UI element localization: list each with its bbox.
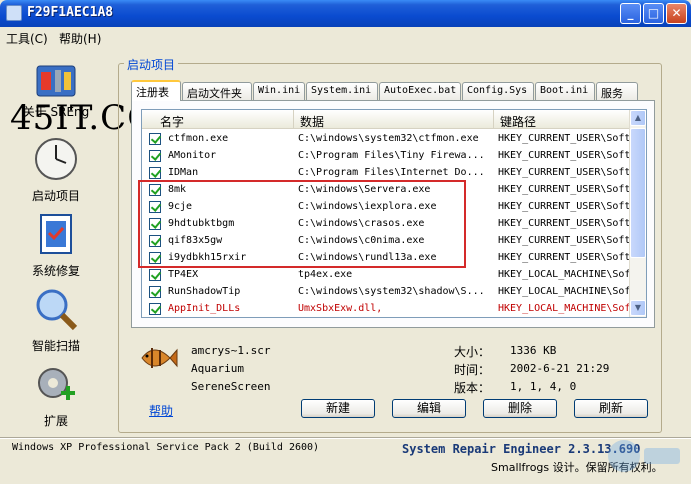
detail-product: SereneScreen — [191, 380, 271, 393]
row-key: HKEY_CURRENT_USER\Softw — [498, 167, 637, 178]
tab-services[interactable]: 服务 — [596, 82, 638, 100]
tab-autoexec-bat[interactable]: AutoExec.bat — [379, 82, 461, 100]
row-checkbox[interactable] — [149, 150, 161, 162]
row-checkbox[interactable] — [149, 167, 161, 179]
detail-size: 1336 KB — [510, 344, 557, 357]
row-checkbox[interactable] — [149, 286, 161, 298]
sidebar-item-repair[interactable]: 系统修复 — [16, 211, 96, 279]
tab-boot-ini[interactable]: Boot.ini — [535, 82, 595, 100]
sidebar-extend-label: 扩展 — [43, 414, 68, 428]
menu-bar: 工具(C) 帮助(H) — [0, 27, 691, 47]
list-header: 名字 数据 键路径 — [142, 110, 646, 129]
sidebar-item-startup[interactable]: 启动项目 — [16, 136, 96, 204]
row-data: tp4ex.exe — [298, 269, 353, 280]
title-bar: F29F1AEC1A8 _ □ ✕ — [0, 0, 691, 27]
edit-button[interactable]: 编辑 — [392, 399, 466, 418]
sidebar-repair-label: 系统修复 — [31, 264, 80, 278]
row-key: HKEY_LOCAL_MACHINE\Sof — [498, 303, 631, 314]
detail-file: amcrys~1.scr — [191, 344, 271, 357]
scroll-thumb[interactable] — [630, 128, 646, 258]
detail-version: 1, 1, 4, 0 — [510, 380, 577, 393]
window-title: F29F1AEC1A8 — [27, 5, 114, 20]
tab-win-ini[interactable]: Win.ini — [253, 82, 305, 100]
fish-icon — [141, 348, 178, 368]
row-name: AMonitor — [168, 150, 217, 161]
status-divider — [0, 437, 691, 439]
row-data: C:\windows\system32\shadow\S... — [298, 286, 485, 297]
tab-system-ini[interactable]: System.ini — [306, 82, 378, 100]
row-data: C:\windows\system32\ctfmon.exe — [298, 133, 479, 144]
column-name[interactable]: 名字 — [142, 110, 294, 129]
sidebar-startup-label: 启动项目 — [31, 189, 80, 203]
row-data: C:\Program Files\Tiny Firewa... — [298, 150, 485, 161]
detail-time: 2002-6-21 21:29 — [510, 362, 610, 375]
scroll-down-arrow[interactable]: ▼ — [630, 300, 646, 316]
new-button[interactable]: 新建 — [301, 399, 375, 418]
table-row[interactable]: RunShadowTip C:\windows\system32\shadow\S… — [142, 284, 646, 301]
row-key: HKEY_CURRENT_USER\Softw — [498, 133, 637, 144]
size-label: 大小： — [454, 345, 491, 359]
table-row[interactable]: AppInit_DLLs UmxSbxExw.dll, HKEY_LOCAL_MAC… — [142, 301, 646, 317]
delete-button[interactable]: 删除 — [483, 399, 557, 418]
column-key[interactable]: 键路径 — [494, 110, 646, 129]
tab-registry[interactable]: 注册表 — [131, 80, 181, 101]
sidebar-scan-label: 智能扫描 — [31, 339, 80, 353]
row-name: AppInit_DLLs — [168, 303, 241, 314]
list-scrollbar[interactable]: ▲ ▼ — [629, 110, 646, 317]
group-title: 启动项目 — [124, 56, 179, 73]
row-checkbox[interactable] — [149, 303, 161, 315]
row-name: RunShadowTip — [168, 286, 241, 297]
row-name: TP4EX — [168, 269, 199, 280]
row-data: C:\Program Files\Internet Do... — [298, 167, 485, 178]
suspicious-items-highlight — [138, 180, 466, 268]
column-data[interactable]: 数据 — [294, 110, 494, 129]
site-watermark-icon — [608, 440, 680, 472]
row-checkbox[interactable] — [149, 133, 161, 145]
app-icon — [6, 5, 22, 21]
row-name: IDMan — [168, 167, 199, 178]
menu-tools[interactable]: 工具(C) — [6, 30, 48, 47]
magnifier-icon — [36, 289, 78, 331]
minimize-button[interactable]: _ — [620, 3, 641, 24]
menu-help[interactable]: 帮助(H) — [59, 30, 101, 47]
scroll-up-arrow[interactable]: ▲ — [630, 110, 646, 126]
version-label: 版本： — [454, 381, 491, 395]
table-row[interactable]: ctfmon.exe C:\windows\system32\ctfmon.exe… — [142, 131, 646, 148]
maximize-button[interactable]: □ — [643, 3, 664, 24]
row-checkbox[interactable] — [149, 269, 161, 281]
row-key: HKEY_LOCAL_MACHINE\Sof — [498, 286, 631, 297]
tab-startup-folder[interactable]: 启动文件夹 — [182, 82, 252, 100]
table-row[interactable]: TP4EX tp4ex.exe HKEY_LOCAL_MACHINE\Sof — [142, 267, 646, 284]
os-info: Windows XP Professional Service Pack 2 (… — [12, 442, 320, 453]
help-link[interactable]: 帮助 — [149, 402, 173, 419]
clock-icon — [35, 138, 77, 180]
table-row[interactable]: AMonitor C:\Program Files\Tiny Firewa... H… — [142, 148, 646, 165]
detail-company: Aquarium — [191, 362, 244, 375]
checklist-icon — [40, 214, 72, 254]
row-key: HKEY_CURRENT_USER\Softw — [498, 150, 637, 161]
tab-config-sys[interactable]: Config.Sys — [462, 82, 534, 100]
row-data: UmxSbxExw.dll, — [298, 303, 383, 314]
close-button[interactable]: ✕ — [666, 3, 687, 24]
row-key: HKEY_CURRENT_USER\Softw — [498, 184, 637, 195]
sidebar-item-scan[interactable]: 智能扫描 — [16, 286, 96, 354]
gear-plus-icon — [38, 368, 75, 400]
row-key: HKEY_CURRENT_USER\Softw — [498, 235, 637, 246]
refresh-button[interactable]: 刷新 — [574, 399, 648, 418]
time-label: 时间： — [454, 363, 491, 377]
row-key: HKEY_CURRENT_USER\Softw — [498, 201, 637, 212]
row-key: HKEY_CURRENT_USER\Softw — [498, 252, 637, 263]
row-key: HKEY_CURRENT_USER\Softw — [498, 218, 637, 229]
row-name: ctfmon.exe — [168, 133, 229, 144]
row-key: HKEY_LOCAL_MACHINE\Sof — [498, 269, 631, 280]
sidebar-item-extend[interactable]: 扩展 — [16, 361, 96, 429]
